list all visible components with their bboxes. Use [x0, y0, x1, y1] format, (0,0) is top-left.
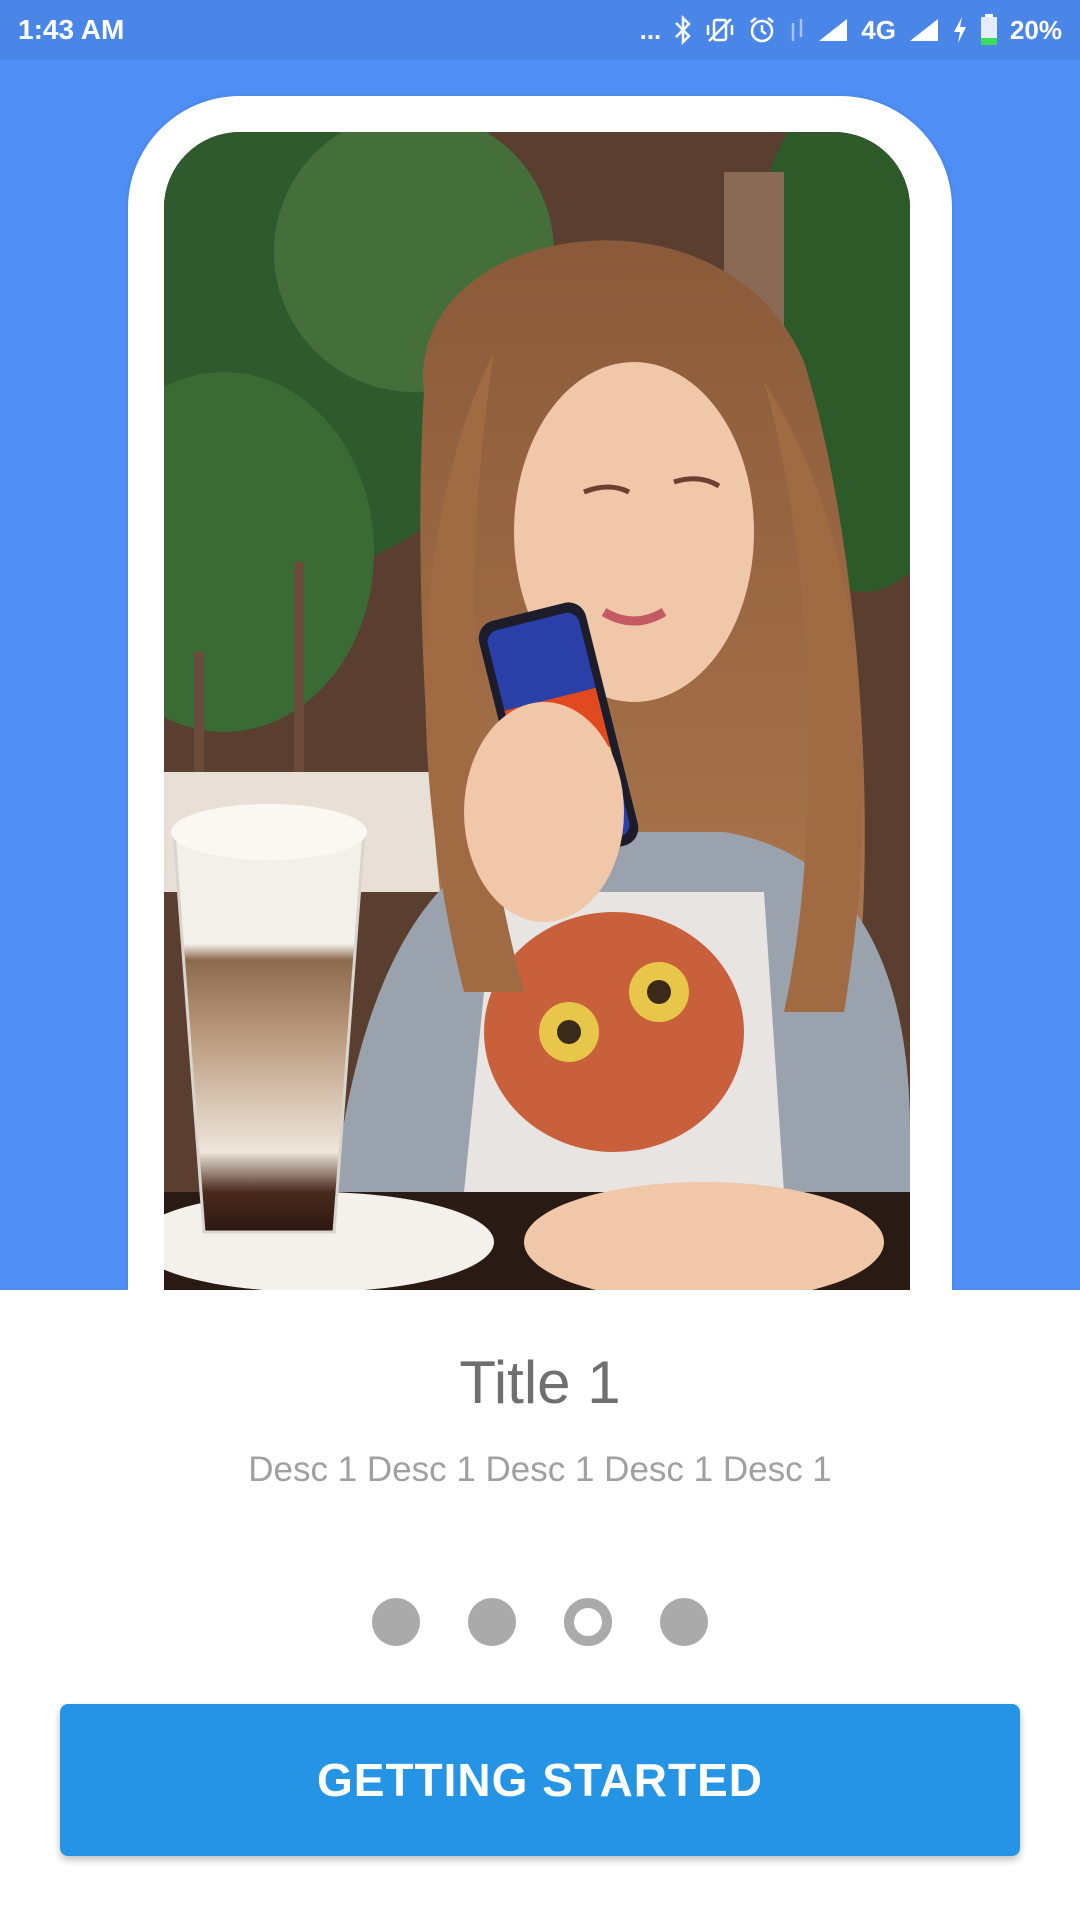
hero-photo	[164, 132, 910, 1290]
signal-icon	[817, 17, 849, 43]
status-icons: ... 4G 20%	[640, 14, 1062, 46]
network-type: 4G	[861, 14, 896, 45]
status-bar: 1:43 AM ... 4G 20%	[0, 0, 1080, 60]
getting-started-button[interactable]: GETTING STARTED	[60, 1704, 1020, 1856]
onboarding-content: Title 1 Desc 1 Desc 1 Desc 1 Desc 1 Desc…	[0, 1290, 1080, 1920]
page-indicator-dot-1[interactable]	[372, 1598, 420, 1646]
vibrate-off-icon	[705, 15, 735, 45]
onboarding-description: Desc 1 Desc 1 Desc 1 Desc 1 Desc 1	[248, 1450, 832, 1489]
page-indicator-dot-3-active[interactable]	[564, 1598, 612, 1646]
onboarding-title: Title 1	[459, 1349, 621, 1416]
more-notifications-icon: ...	[639, 14, 662, 45]
page-indicator-dot-2[interactable]	[468, 1598, 516, 1646]
page-indicator	[0, 1598, 1080, 1646]
phone-mockup	[128, 96, 952, 1290]
bluetooth-icon	[673, 15, 693, 45]
charging-icon	[952, 16, 968, 44]
battery-percentage: 20%	[1009, 14, 1062, 45]
alarm-icon	[747, 15, 777, 45]
data-arrows-icon	[789, 17, 805, 43]
battery-icon	[980, 14, 998, 46]
page-indicator-dot-4[interactable]	[660, 1598, 708, 1646]
hero-illustration	[0, 60, 1080, 1290]
status-time: 1:43 AM	[18, 14, 125, 45]
signal-icon	[908, 17, 940, 43]
